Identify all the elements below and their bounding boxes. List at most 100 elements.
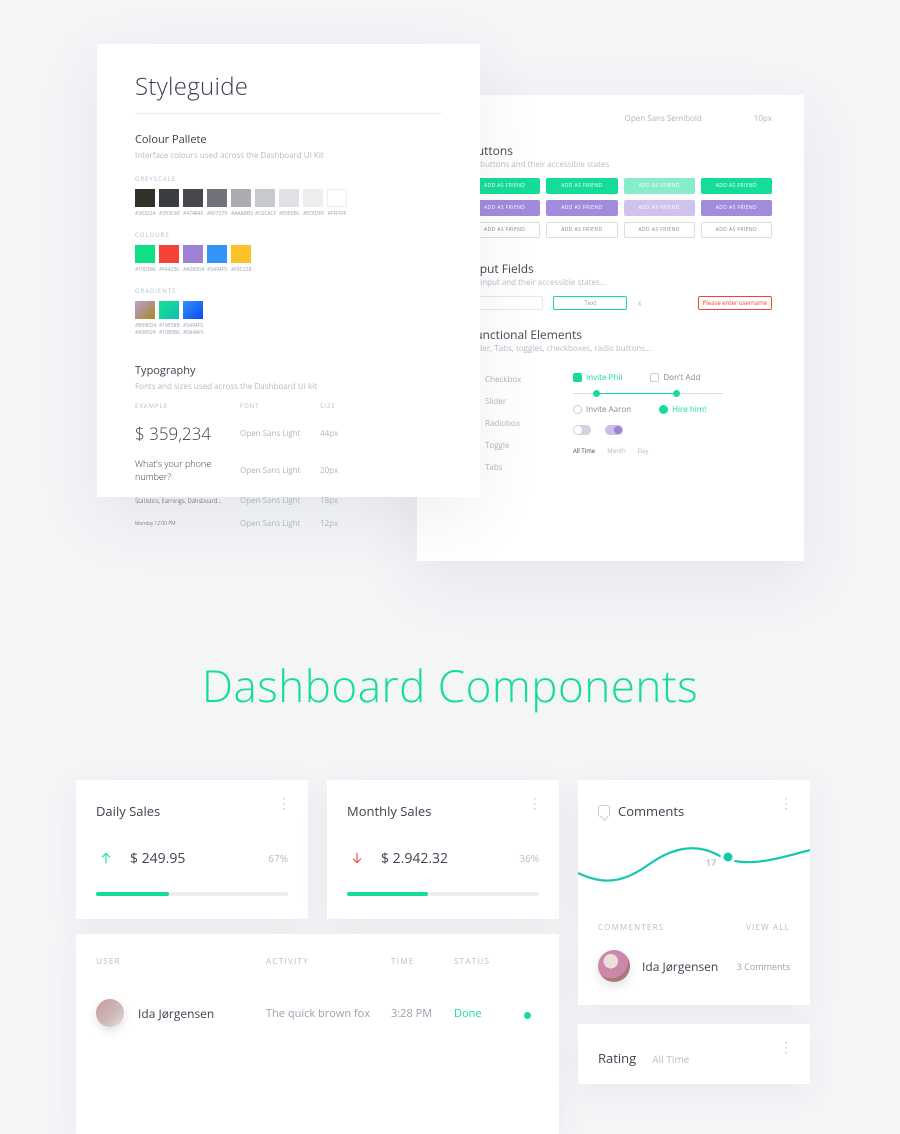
swatch [135,245,155,263]
swatch-gradient [135,301,155,319]
typography-row: Statistics, Earnings, Dahsboard...Open S… [135,495,442,506]
colour-pallete-subtitle: Interface colours used across the Dashbo… [135,150,442,161]
rating-title: Rating [598,1049,636,1067]
swatch [231,189,251,207]
colours-swatches [135,245,442,263]
comments-title: Comments [618,802,684,820]
arrow-down-icon [347,848,367,868]
grayscale-hex-row: #30322A#393C40#47484F#6F7379#AAABB3#C6CA… [135,211,442,217]
styleguide-title: Styleguide [135,70,442,103]
buttons-subtitle: All buttons and their accessible states [469,159,772,170]
swatch [231,245,251,263]
radio-off[interactable] [573,405,582,414]
view-all-link[interactable]: VIEW ALL [746,922,790,933]
fields-subtitle: All input and their accessible states… [469,277,772,288]
checkbox-off[interactable] [650,373,659,382]
swatch [135,189,155,207]
tab-month[interactable]: Month [607,447,626,455]
kebab-menu-icon[interactable] [277,802,290,806]
avatar [96,999,124,1027]
swatch-gradient [183,301,203,319]
sample-button[interactable]: ADD AS FRIEND [546,200,617,216]
functional-title: Functional Elements [469,326,772,343]
swatch [255,189,275,207]
typography-row: Monday 12:00 PMOpen Sans Light12px [135,518,442,529]
table-row[interactable]: Ida Jørgensen The quick brown fox 3:28 P… [96,999,539,1027]
sample-button[interactable]: ADD AS FRIEND [546,178,617,194]
daily-sales-title: Daily Sales [96,802,288,820]
typography-header: EXAMPLE FONT SIZE [135,402,442,410]
arrow-up-icon [96,848,116,868]
row-user: Ida Jørgensen [138,1005,214,1022]
sample-button[interactable]: ADD AS FRIEND [546,222,617,238]
gradients-swatches [135,301,442,319]
button-row-outline: ADD AS FRIENDADD AS FRIENDADD AS FRIENDA… [469,222,772,238]
kebab-menu-icon[interactable] [779,1046,792,1050]
checkbox-on[interactable] [573,373,582,382]
grayscale-label: GREYSCALE [135,175,442,183]
commenter-row[interactable]: Ida Jørgensen 3 Comments [598,950,790,982]
sample-button[interactable]: ADD AS FRIEND [624,178,695,194]
swatch-gradient [159,301,179,319]
sample-button[interactable]: ADD AS FRIEND [624,200,695,216]
typography-row: $ 359,234Open Sans Light44px [135,422,442,445]
functional-subtitle: Slider, Tabs, toggles, checkboxes, radio… [469,343,772,354]
monthly-sales-title: Monthly Sales [347,802,539,820]
swatch [159,245,179,263]
sample-button[interactable]: ADD AS FRIEND [624,222,695,238]
monthly-sales-value: $ 2.942.32 [381,849,448,868]
colour-pallete-title: Colour Pallete [135,132,442,147]
meta-size: 10px [754,113,772,124]
gradients-hex-row: #B99FD4#A58924#18E58B#10B9B6#3494F5#0A4A… [135,323,442,337]
functional-elements-box: Checkbox Slider Radiobox Toggle Tabs Inv… [469,362,772,464]
swatch [183,245,203,263]
grayscale-swatches [135,189,442,207]
fields-title: Input Fields [469,260,772,277]
colours-hex-row: #10DF86#F44236#A080D4#3494F5#F9C228 [135,267,442,273]
commenter-name: Ida Jørgensen [642,958,725,975]
button-row-purple: ADD AS FRIENDADD AS FRIENDADD AS FRIENDA… [469,200,772,216]
sparkline-peak-value: 17 [706,856,716,869]
toggle-off[interactable]: .toggle[data-name="toggle-off"]::after{l… [573,425,591,435]
swatch [159,189,179,207]
daily-sales-card: Daily Sales $ 249.95 67% [76,780,308,919]
colours-label: COLOURS [135,231,442,239]
swatch [327,189,347,207]
input-active[interactable]: Text [553,296,627,310]
row-status: Done [454,1006,524,1021]
toggle-on[interactable]: .toggle[data-name="toggle-on"]::after{ri… [605,425,623,435]
typography-title: Typography [135,363,442,378]
tab-day[interactable]: Day [638,447,649,455]
row-activity: The quick brown fox [266,1006,391,1021]
swatch [207,245,227,263]
daily-sales-value: $ 249.95 [130,849,185,868]
rating-filter[interactable]: All Time [652,1052,689,1066]
input-idle[interactable] [469,296,543,310]
kebab-menu-icon[interactable] [779,802,792,806]
daily-sales-pct: 67% [268,851,288,865]
row-time: 3:28 PM [391,1006,454,1021]
chat-icon [598,805,610,817]
slider[interactable] [573,393,723,394]
kebab-menu-icon[interactable] [528,802,541,806]
sample-button[interactable]: ADD AS FRIEND [701,178,772,194]
radio-on[interactable] [659,405,668,414]
sample-button[interactable]: ADD AS FRIEND [701,222,772,238]
activity-table-card: USER ACTIVITY TIME STATUS Ida Jørgensen … [76,934,559,1134]
sparkline [578,835,810,895]
meta-font: Open Sans Semibold [625,113,702,124]
swatch [183,189,203,207]
rating-card: Rating All Time [578,1024,810,1084]
monthly-sales-card: Monthly Sales $ 2.942.32 36% [327,780,559,919]
commenter-count: 3 Comments [737,960,790,973]
sample-button[interactable]: ADD AS FRIEND [701,200,772,216]
input-error[interactable]: Please enter username [698,296,772,310]
hero-heading: Dashboard Components [0,655,900,715]
tabs-mini: All Time Month Day [573,445,732,456]
daily-sales-progress [96,892,288,896]
swatch [303,189,323,207]
input-clear-x[interactable]: x [637,298,641,309]
monthly-sales-pct: 36% [519,851,539,865]
tab-alltime[interactable]: All Time [573,447,595,455]
typography-row: What's your phone number?Open Sans Light… [135,457,442,483]
